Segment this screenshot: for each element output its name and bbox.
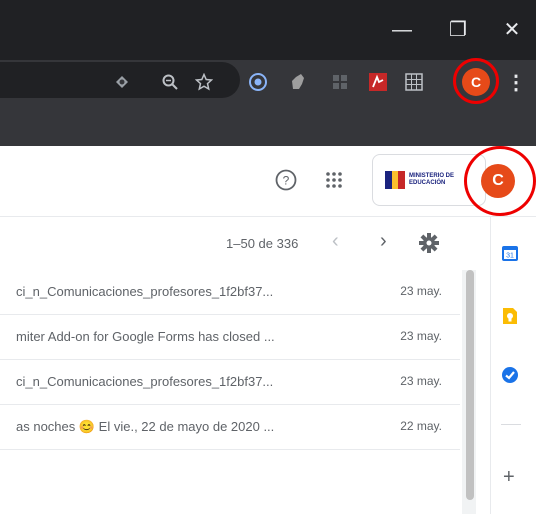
account-highlight-circle bbox=[464, 146, 536, 216]
email-date: 22 may. bbox=[400, 419, 442, 433]
hand-extension-icon[interactable] bbox=[284, 68, 312, 96]
older-page-button[interactable]: ‹ bbox=[332, 230, 339, 253]
bookmarks-bar bbox=[0, 108, 536, 146]
email-subject: miter Add-on for Google Forms has closed… bbox=[16, 329, 275, 344]
help-icon: ? bbox=[275, 169, 297, 191]
add-addon-button[interactable]: + bbox=[503, 466, 515, 489]
calendar-button[interactable]: 31 bbox=[501, 244, 519, 267]
profile-highlight-circle bbox=[453, 58, 499, 104]
pagination-range: 1–50 de 336 bbox=[226, 236, 299, 251]
email-date: 23 may. bbox=[400, 329, 442, 343]
circle-extension-icon[interactable] bbox=[244, 68, 272, 96]
newer-page-button[interactable]: › bbox=[380, 230, 387, 253]
email-row[interactable]: miter Add-on for Google Forms has closed… bbox=[0, 315, 460, 360]
svg-text:31: 31 bbox=[506, 253, 514, 260]
table-extension-icon[interactable] bbox=[400, 68, 428, 96]
zoom-icon[interactable] bbox=[156, 68, 184, 96]
email-date: 23 may. bbox=[400, 284, 442, 298]
settings-button[interactable] bbox=[418, 232, 440, 259]
google-apps-button[interactable] bbox=[316, 162, 352, 198]
pdf-extension-icon[interactable] bbox=[364, 68, 392, 96]
side-panel-divider bbox=[501, 424, 521, 425]
scrollbar-thumb[interactable] bbox=[466, 270, 474, 500]
email-row[interactable]: as noches 😊 El vie., 22 de mayo de 2020 … bbox=[0, 405, 460, 450]
tasks-icon bbox=[502, 367, 518, 383]
email-date: 23 may. bbox=[400, 374, 442, 388]
browser-menu-icon[interactable]: ⋮ bbox=[502, 68, 530, 96]
restore-button[interactable]: ❐ bbox=[446, 18, 470, 42]
org-logo-text: MINISTERIO DE EDUCACIÓN bbox=[409, 173, 455, 186]
keep-button[interactable] bbox=[501, 306, 519, 331]
tasks-button[interactable] bbox=[501, 366, 519, 389]
close-window-button[interactable]: ✕ bbox=[500, 18, 524, 42]
apps-grid-icon bbox=[326, 172, 342, 188]
grid-extension-icon[interactable] bbox=[326, 68, 354, 96]
email-row[interactable]: ci_n_Comunicaciones_profesores_1f2bf37..… bbox=[0, 270, 460, 315]
calendar-icon: 31 bbox=[502, 246, 518, 261]
eye-extension-icon[interactable] bbox=[108, 68, 136, 96]
email-subject: ci_n_Comunicaciones_profesores_1f2bf37..… bbox=[16, 284, 274, 299]
org-shield-icon bbox=[385, 171, 405, 189]
keep-icon bbox=[503, 308, 517, 324]
minimize-button[interactable]: — bbox=[390, 18, 414, 42]
bookmark-star-icon[interactable] bbox=[190, 68, 218, 96]
svg-text:?: ? bbox=[283, 174, 290, 188]
email-subject: ci_n_Comunicaciones_profesores_1f2bf37..… bbox=[16, 374, 274, 389]
email-row[interactable] bbox=[0, 450, 460, 494]
help-button[interactable]: ? bbox=[268, 162, 304, 198]
gear-icon bbox=[419, 233, 439, 253]
email-row[interactable]: ci_n_Comunicaciones_profesores_1f2bf37..… bbox=[0, 360, 460, 405]
email-subject: as noches 😊 El vie., 22 de mayo de 2020 … bbox=[16, 419, 275, 434]
